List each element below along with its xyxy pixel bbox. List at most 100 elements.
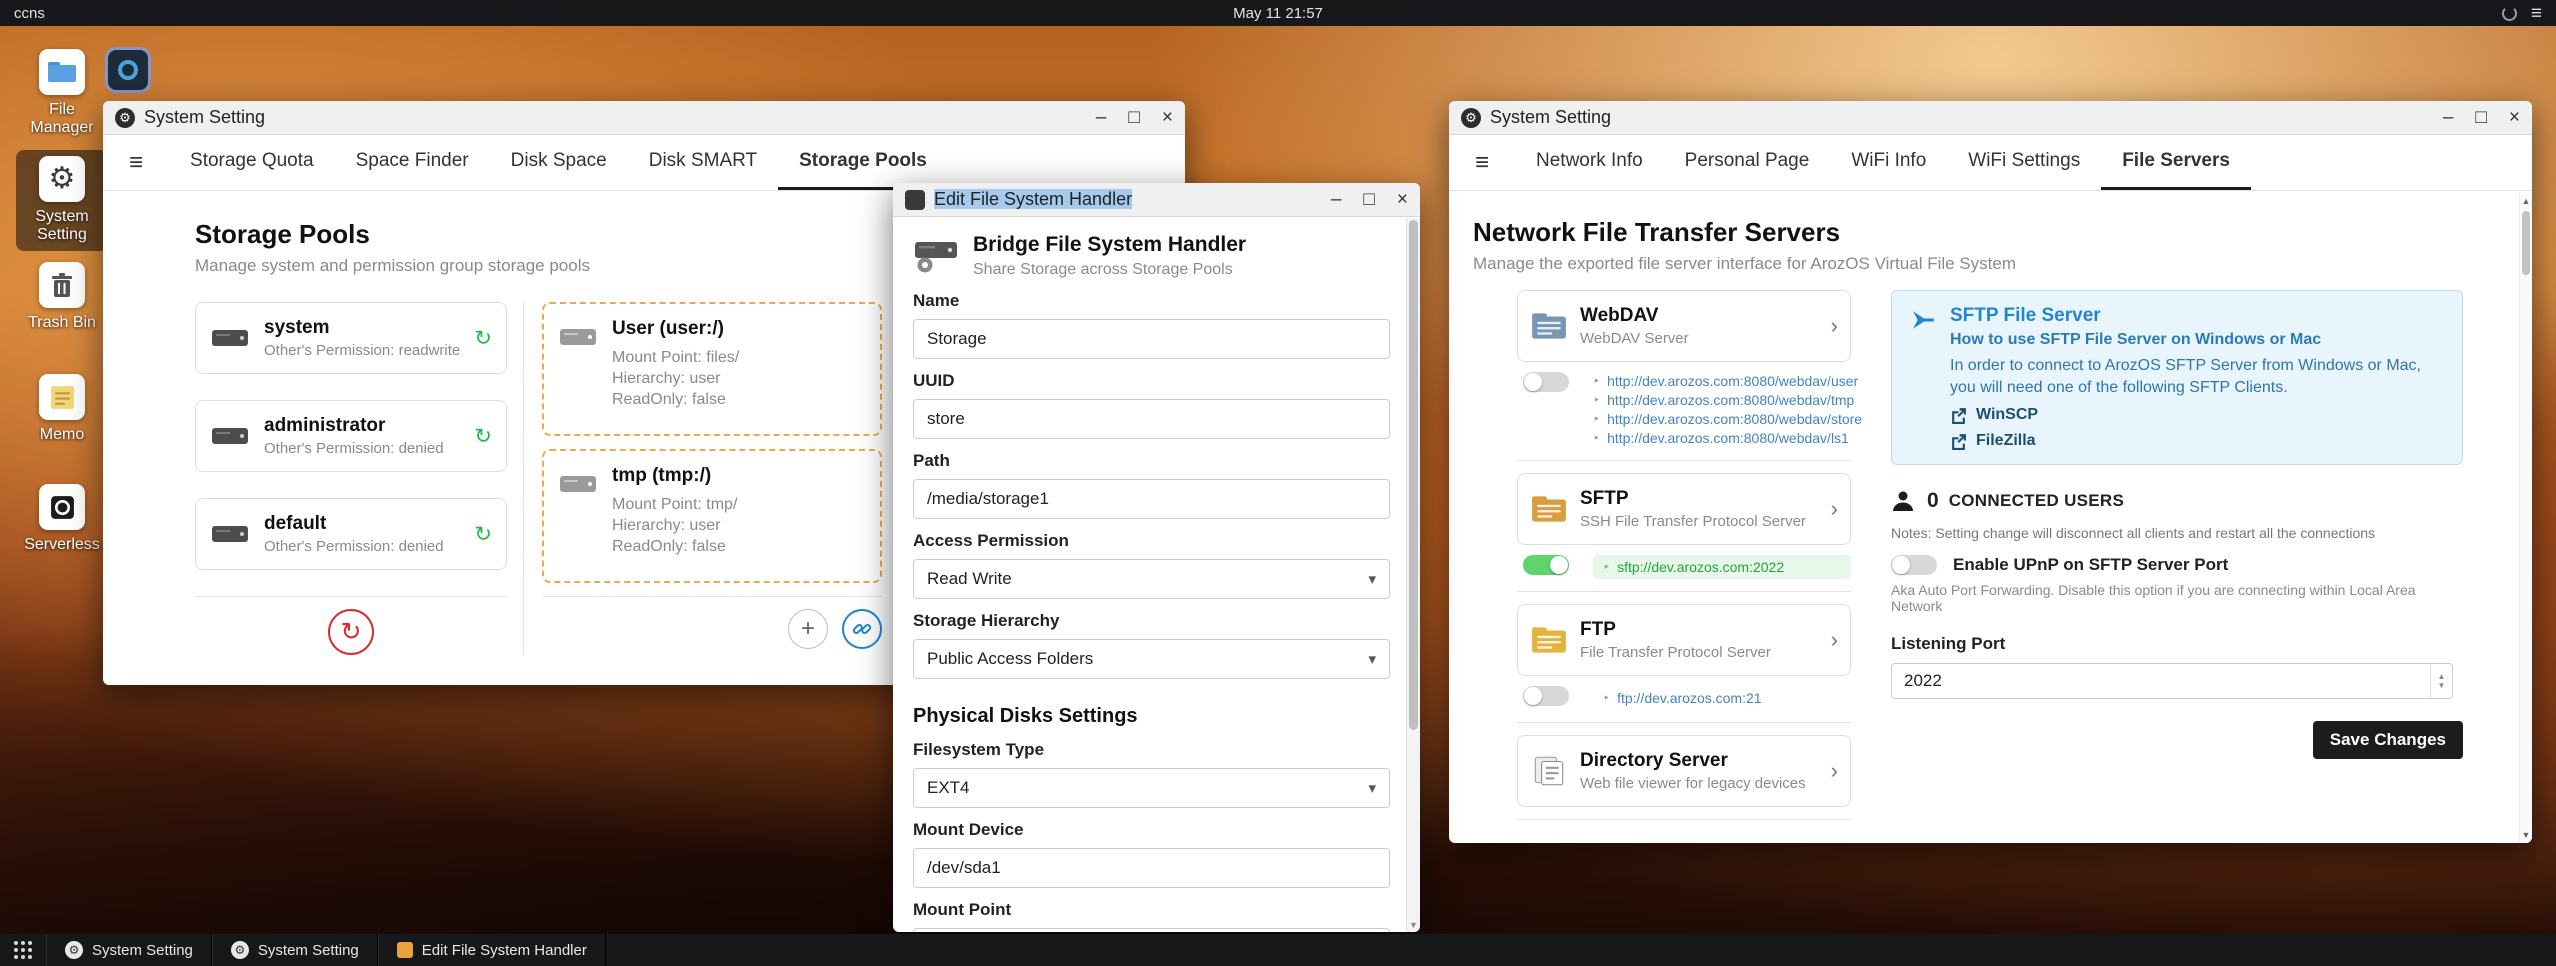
listening-port-input[interactable] bbox=[1892, 671, 2430, 692]
tab-personal-page[interactable]: Personal Page bbox=[1664, 135, 1831, 190]
tab-network-info[interactable]: Network Info bbox=[1515, 135, 1664, 190]
scrollbar[interactable]: ▲ ▼ bbox=[2519, 193, 2532, 843]
sftp-url-link[interactable]: sftp://dev.arozos.com:2022 bbox=[1617, 559, 1784, 575]
close-button[interactable]: × bbox=[1397, 190, 1408, 209]
tab-wifi-info[interactable]: WiFi Info bbox=[1830, 135, 1947, 190]
close-button[interactable]: × bbox=[1162, 108, 1173, 127]
bullet-arrow-icon: ‣ bbox=[1593, 393, 1601, 407]
tab-file-servers[interactable]: File Servers bbox=[2101, 135, 2251, 190]
storage-hierarchy-select[interactable]: Public Access Folders ▾ bbox=[913, 639, 1390, 679]
uuid-input[interactable] bbox=[913, 399, 1390, 439]
mounted-fsh-card[interactable]: User (user:/) Mount Point: files/ Hierar… bbox=[542, 302, 882, 436]
sync-icon[interactable]: ↻ bbox=[474, 326, 492, 351]
webdav-url-link[interactable]: http://dev.arozos.com:8080/webdav/user bbox=[1607, 372, 1858, 391]
mounted-fsh-list: User (user:/) Mount Point: files/ Hierar… bbox=[542, 302, 882, 655]
link-fsh-button[interactable] bbox=[842, 609, 882, 649]
tab-storage-quota[interactable]: Storage Quota bbox=[169, 135, 335, 190]
titlebar[interactable]: ⚙ System Setting – □ × bbox=[1449, 101, 2532, 135]
webdav-url-link[interactable]: http://dev.arozos.com:8080/webdav/tmp bbox=[1607, 391, 1854, 410]
help-title: SFTP File Server bbox=[1950, 305, 2101, 326]
filezilla-link[interactable]: FileZilla bbox=[1950, 432, 2444, 450]
tab-space-finder[interactable]: Space Finder bbox=[335, 135, 490, 190]
refresh-pools-button[interactable]: ↻ bbox=[328, 609, 374, 655]
divider bbox=[1517, 460, 1851, 461]
connected-users-count: 0 bbox=[1927, 489, 1939, 513]
server-card-ftp[interactable]: FTP File Transfer Protocol Server › bbox=[1517, 604, 1851, 676]
number-stepper[interactable]: ▲ ▼ bbox=[2430, 664, 2452, 699]
system-setting-window-icon: ⚙ bbox=[1461, 107, 1481, 128]
storage-pool-card[interactable]: administrator Other's Permission: denied… bbox=[195, 400, 507, 472]
desktop-icon-file-manager[interactable]: File Manager bbox=[16, 43, 108, 144]
sync-icon[interactable]: ↻ bbox=[474, 522, 492, 547]
scroll-up-icon[interactable]: ▲ bbox=[2520, 196, 2532, 206]
ftp-toggle[interactable] bbox=[1523, 686, 1569, 706]
mount-device-input[interactable] bbox=[913, 848, 1390, 888]
scroll-down-icon[interactable]: ▼ bbox=[2520, 830, 2532, 840]
upnp-toggle[interactable] bbox=[1891, 555, 1937, 576]
sftp-settings-panel: SFTP File Server How to use SFTP File Se… bbox=[1891, 290, 2463, 832]
access-permission-select[interactable]: Read Write ▾ bbox=[913, 559, 1390, 599]
app-launcher-icon[interactable] bbox=[0, 934, 46, 966]
tab-disk-smart[interactable]: Disk SMART bbox=[628, 135, 778, 190]
sidebar-toggle-icon[interactable]: ≡ bbox=[129, 149, 143, 177]
webdav-url-link[interactable]: http://dev.arozos.com:8080/webdav/ls1 bbox=[1607, 429, 1849, 448]
desktop-icon-trash-bin[interactable]: Trash Bin bbox=[16, 256, 108, 338]
name-input[interactable] bbox=[913, 319, 1390, 359]
stepper-down-icon[interactable]: ▼ bbox=[2438, 681, 2446, 691]
bullet-arrow-icon: ‣ bbox=[1593, 431, 1601, 445]
page-title: Network File Transfer Servers bbox=[1473, 217, 1841, 247]
scrollbar[interactable]: ▼ bbox=[1406, 218, 1420, 932]
stepper-up-icon[interactable]: ▲ bbox=[2438, 672, 2446, 682]
gear-icon: ⚙ bbox=[39, 156, 85, 202]
drive-icon bbox=[212, 330, 248, 346]
ftp-url-link[interactable]: ftp://dev.arozos.com:21 bbox=[1617, 690, 1761, 706]
tab-storage-pools[interactable]: Storage Pools bbox=[778, 135, 948, 190]
maximize-button[interactable]: □ bbox=[1128, 108, 1139, 127]
webdav-toggle[interactable] bbox=[1523, 372, 1569, 392]
taskbar-item-edit-fsh[interactable]: Edit File System Handler bbox=[377, 934, 606, 966]
filesystem-type-select[interactable]: EXT4 ▾ bbox=[913, 768, 1390, 808]
caret-down-icon: ▾ bbox=[1368, 651, 1376, 668]
external-link-icon bbox=[1952, 407, 1966, 424]
sync-icon[interactable]: ↻ bbox=[474, 424, 492, 449]
path-input[interactable] bbox=[913, 479, 1390, 519]
sftp-help-box: SFTP File Server How to use SFTP File Se… bbox=[1891, 290, 2463, 466]
close-button[interactable]: × bbox=[2509, 108, 2520, 127]
winscp-link[interactable]: WinSCP bbox=[1950, 406, 2444, 424]
storage-pool-card[interactable]: system Other's Permission: readwrite ↻ bbox=[195, 302, 507, 374]
scrollbar-thumb[interactable] bbox=[1409, 220, 1418, 730]
tab-wifi-settings[interactable]: WiFi Settings bbox=[1947, 135, 2101, 190]
minimize-button[interactable]: – bbox=[1096, 108, 1107, 127]
titlebar[interactable]: ⚙ System Setting – □ × bbox=[103, 101, 1185, 135]
server-card-webdav[interactable]: WebDAV WebDAV Server › bbox=[1517, 290, 1851, 362]
tab-disk-space[interactable]: Disk Space bbox=[490, 135, 628, 190]
maximize-button[interactable]: □ bbox=[1363, 190, 1374, 209]
sidebar-toggle-icon[interactable]: ≡ bbox=[1475, 149, 1489, 177]
storage-pool-card[interactable]: default Other's Permission: denied ↻ bbox=[195, 498, 507, 570]
topbar-menu-icon[interactable]: ≡ bbox=[2531, 4, 2542, 23]
desktop-icon-memo[interactable]: Memo bbox=[16, 368, 108, 450]
server-card-directory[interactable]: Directory Server Web file viewer for leg… bbox=[1517, 735, 1851, 807]
pool-permission: Other's Permission: denied bbox=[264, 538, 444, 555]
mount-point: Mount Point: tmp/ bbox=[612, 496, 738, 513]
pool-name: administrator bbox=[264, 415, 386, 436]
sftp-toggle[interactable] bbox=[1523, 555, 1569, 575]
desktop-icon-serverless[interactable]: Serverless bbox=[16, 478, 108, 560]
titlebar[interactable]: Edit File System Handler – □ × bbox=[893, 183, 1420, 217]
minimize-button[interactable]: – bbox=[2443, 108, 2454, 127]
taskbar-item-system-setting-1[interactable]: ⚙ System Setting bbox=[46, 934, 212, 966]
save-changes-button[interactable]: Save Changes bbox=[2312, 721, 2463, 760]
mounted-fsh-card[interactable]: tmp (tmp:/) Mount Point: tmp/ Hierarchy:… bbox=[542, 449, 882, 583]
mount-point-input[interactable] bbox=[913, 928, 1390, 932]
taskbar-item-system-setting-2[interactable]: ⚙ System Setting bbox=[211, 934, 378, 966]
maximize-button[interactable]: □ bbox=[2475, 108, 2486, 127]
vertical-divider bbox=[523, 302, 524, 655]
scrollbar-thumb[interactable] bbox=[2522, 211, 2530, 275]
desktop-icon-shortcut[interactable] bbox=[105, 47, 151, 93]
server-card-sftp[interactable]: SFTP SSH File Transfer Protocol Server › bbox=[1517, 473, 1851, 545]
minimize-button[interactable]: – bbox=[1331, 190, 1342, 209]
add-fsh-button[interactable]: + bbox=[788, 609, 828, 649]
desktop-icon-system-setting[interactable]: ⚙ System Setting bbox=[16, 150, 108, 251]
webdav-url-link[interactable]: http://dev.arozos.com:8080/webdav/store bbox=[1607, 410, 1862, 429]
scroll-down-icon[interactable]: ▼ bbox=[1407, 920, 1420, 930]
